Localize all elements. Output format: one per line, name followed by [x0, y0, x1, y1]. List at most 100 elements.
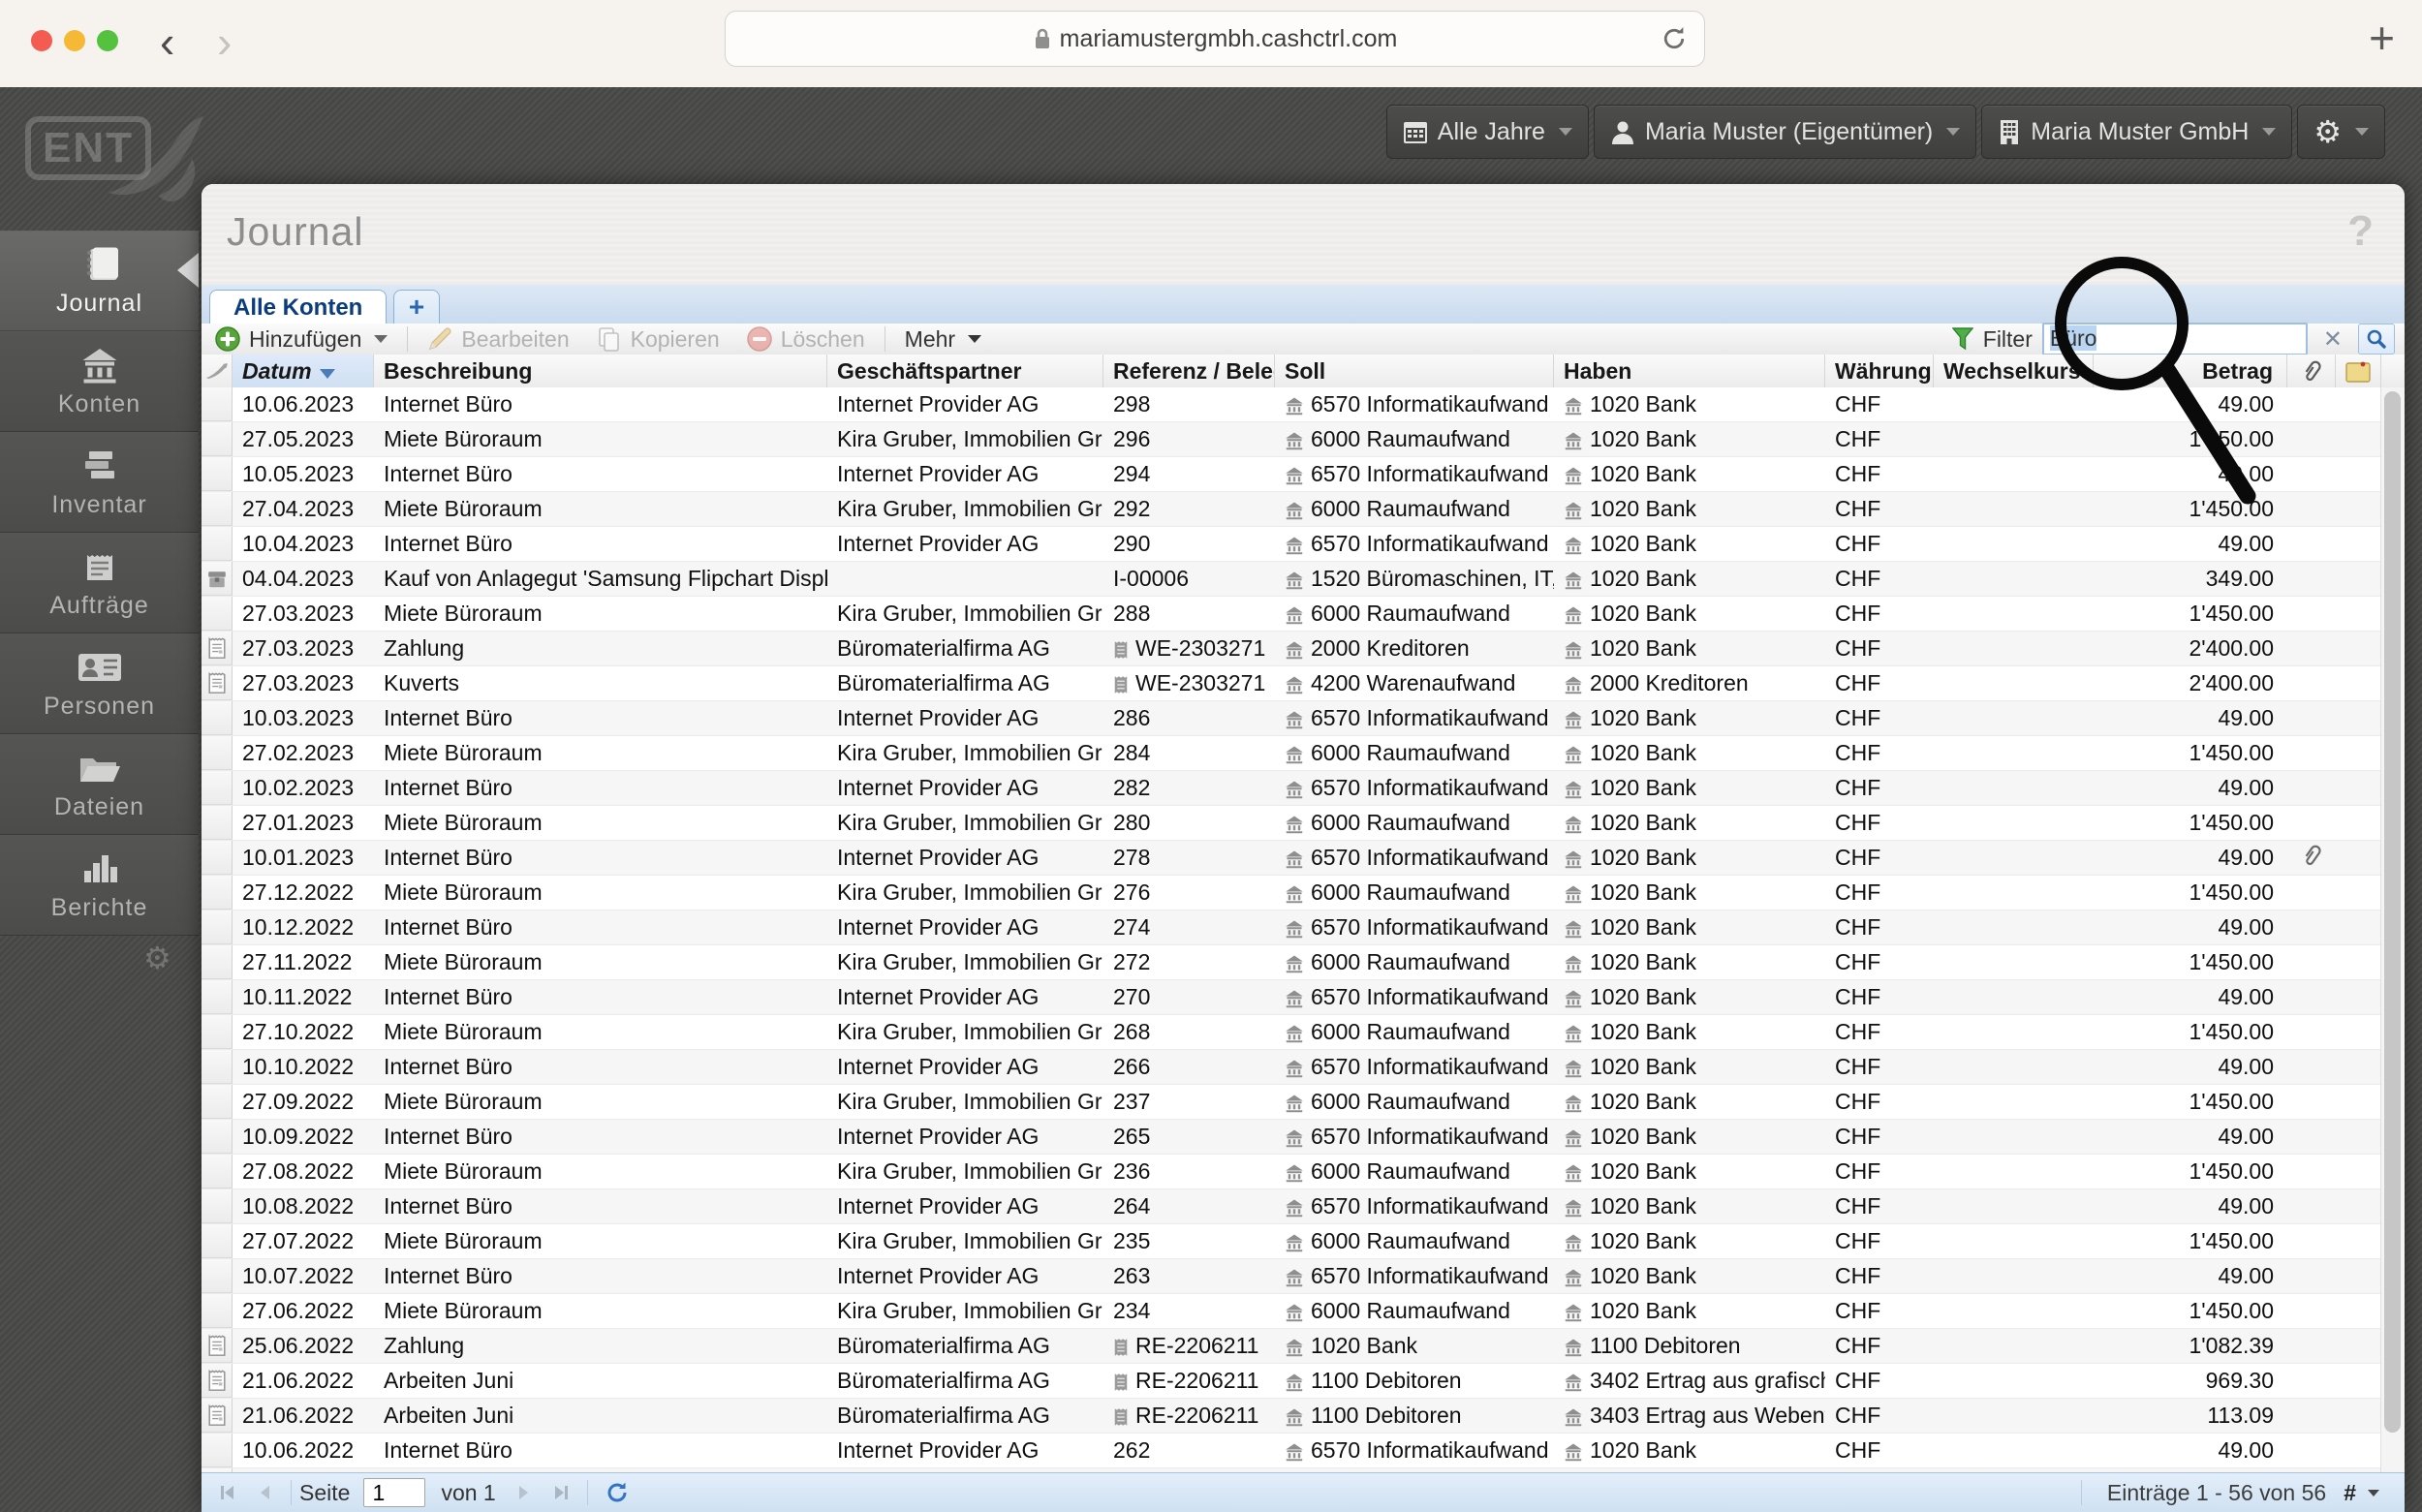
vertical-scrollbar[interactable] — [2380, 387, 2405, 1473]
bank-icon — [1564, 1163, 1583, 1183]
cell-referenz: RE-2206211 — [1103, 1329, 1275, 1363]
search-button[interactable] — [2358, 324, 2395, 355]
table-row[interactable]: 27.02.2023Miete BüroraumKira Gruber, Imm… — [202, 736, 2381, 771]
table-row[interactable]: 27.11.2022Miete BüroraumKira Gruber, Imm… — [202, 945, 2381, 980]
table-row[interactable]: 10.11.2022Internet BüroInternet Provider… — [202, 980, 2381, 1015]
table-row[interactable]: 27.03.2023KuvertsBüromaterialfirma AGWE-… — [202, 666, 2381, 701]
table-row[interactable]: 10.09.2022Internet BüroInternet Provider… — [202, 1120, 2381, 1155]
browser-forward-button[interactable]: › — [217, 17, 232, 66]
cell-datum: 27.07.2022 — [233, 1224, 374, 1258]
table-row[interactable]: 10.07.2022Internet BüroInternet Provider… — [202, 1259, 2381, 1294]
table-row[interactable]: 27.09.2022Miete BüroraumKira Gruber, Imm… — [202, 1085, 2381, 1120]
new-tab-button[interactable]: + — [2369, 12, 2395, 64]
table-row[interactable]: 10.04.2023Internet BüroInternet Provider… — [202, 527, 2381, 562]
column-header-note[interactable] — [2336, 355, 2381, 387]
zoom-window-button[interactable] — [97, 30, 118, 51]
add-tab-button[interactable]: + — [393, 290, 440, 324]
column-header-beschreibung[interactable]: Beschreibung — [374, 355, 827, 387]
table-row[interactable]: 21.06.2022Arbeiten JuniBüromaterialfirma… — [202, 1364, 2381, 1399]
cell-beschreibung: Miete Büroraum — [374, 806, 827, 840]
table-row[interactable]: 27.06.2022Miete BüroraumKira Gruber, Imm… — [202, 1294, 2381, 1329]
sidebar-item-inventar[interactable]: Inventar — [0, 432, 199, 533]
table-row[interactable]: 10.01.2023Internet BüroInternet Provider… — [202, 841, 2381, 876]
minimize-window-button[interactable] — [64, 30, 85, 51]
add-button[interactable]: Hinzufügen — [202, 326, 401, 353]
cell-datum: 10.12.2022 — [233, 910, 374, 944]
table-row[interactable]: 04.04.2023Kauf von Anlagegut 'Samsung Fl… — [202, 562, 2381, 597]
column-header-wechselkurs[interactable]: Wechselkurs — [1934, 355, 2094, 387]
column-header-soll[interactable]: Soll — [1275, 355, 1554, 387]
table-row[interactable]: 27.05.2023Miete BüroraumKira Gruber, Imm… — [202, 422, 2381, 457]
refresh-icon — [605, 1480, 630, 1505]
sidebar-item-personen[interactable]: Personen — [0, 633, 199, 734]
edit-button[interactable]: Bearbeiten — [414, 326, 582, 353]
table-row[interactable]: 21.06.2022Arbeiten JuniBüromaterialfirma… — [202, 1399, 2381, 1434]
table-row[interactable]: 10.02.2023Internet BüroInternet Provider… — [202, 771, 2381, 806]
table-row[interactable]: 10.06.2023Internet BüroInternet Provider… — [202, 387, 2381, 422]
row-number-menu[interactable]: # — [2344, 1480, 2379, 1506]
sidebar-item-dateien[interactable]: Dateien — [0, 734, 199, 835]
company-menu-button[interactable]: Maria Muster GmbH — [1981, 105, 2292, 159]
column-header-waehrung[interactable]: Währung — [1825, 355, 1934, 387]
cell-note — [2336, 1259, 2381, 1293]
column-header-datum[interactable]: Datum — [233, 355, 374, 387]
table-row[interactable]: 27.10.2022Miete BüroraumKira Gruber, Imm… — [202, 1015, 2381, 1050]
address-bar[interactable]: mariamustergmbh.cashctrl.com — [725, 11, 1705, 67]
page-number-input[interactable] — [363, 1478, 425, 1507]
column-header-pin[interactable] — [202, 355, 233, 387]
table-row[interactable]: 27.08.2022Miete BüroraumKira Gruber, Imm… — [202, 1155, 2381, 1189]
cell-haben: 1020 Bank — [1554, 1189, 1825, 1223]
table-row[interactable]: 27.12.2022Miete BüroraumKira Gruber, Imm… — [202, 876, 2381, 910]
scrollbar-thumb[interactable] — [2384, 391, 2401, 1433]
table-row[interactable]: 25.06.2022ZahlungBüromaterialfirma AGRE-… — [202, 1329, 2381, 1364]
browser-back-button[interactable]: ‹ — [160, 17, 174, 66]
column-header-attachment[interactable] — [2287, 355, 2336, 387]
sidebar-item-konten[interactable]: Konten — [0, 331, 199, 432]
reload-icon[interactable] — [1660, 24, 1689, 58]
bank-icon — [1564, 396, 1583, 416]
copy-button[interactable]: Kopieren — [583, 326, 733, 353]
user-menu-button[interactable]: Maria Muster (Eigentümer) — [1594, 105, 1976, 159]
tab-alle-konten[interactable]: Alle Konten — [209, 290, 387, 324]
column-header-referenz[interactable]: Referenz / Beleg — [1103, 355, 1275, 387]
table-row[interactable]: 27.01.2023Miete BüroraumKira Gruber, Imm… — [202, 806, 2381, 841]
table-row[interactable]: 27.04.2023Miete BüroraumKira Gruber, Imm… — [202, 492, 2381, 527]
delete-button[interactable]: Löschen — [733, 326, 879, 353]
last-page-button[interactable] — [543, 1483, 579, 1502]
cell-note — [2336, 701, 2381, 735]
first-page-button[interactable] — [209, 1483, 246, 1502]
cell-attachment — [2287, 910, 2336, 944]
prev-page-button[interactable] — [246, 1483, 283, 1502]
cell-waehrung: CHF — [1825, 1050, 1934, 1084]
sidebar-settings-gear-icon[interactable]: ⚙ — [143, 940, 171, 976]
next-page-button[interactable] — [506, 1483, 543, 1502]
table-row[interactable]: 27.07.2022Miete BüroraumKira Gruber, Imm… — [202, 1224, 2381, 1259]
table-row[interactable]: 10.10.2022Internet BüroInternet Provider… — [202, 1050, 2381, 1085]
table-row[interactable]: 10.12.2022Internet BüroInternet Provider… — [202, 910, 2381, 945]
cell-geschaeftspartner: Kira Gruber, Immobilien Gruber — [827, 736, 1103, 770]
refresh-button[interactable] — [596, 1480, 638, 1505]
table-row[interactable]: 27.03.2023Miete BüroraumKira Gruber, Imm… — [202, 597, 2381, 632]
close-window-button[interactable] — [31, 30, 52, 51]
table-row[interactable]: 10.08.2022Internet BüroInternet Provider… — [202, 1189, 2381, 1224]
calendar-icon — [1403, 119, 1428, 144]
column-header-betrag[interactable]: Betrag — [2094, 355, 2287, 387]
settings-button[interactable]: ⚙ — [2297, 105, 2385, 159]
column-header-haben[interactable]: Haben — [1554, 355, 1825, 387]
sidebar-item-auftrge[interactable]: Aufträge — [0, 533, 199, 633]
table-row[interactable]: 10.03.2023Internet BüroInternet Provider… — [202, 701, 2381, 736]
more-button[interactable]: Mehr — [891, 326, 995, 353]
clear-filter-icon[interactable]: ✕ — [2317, 325, 2348, 354]
filter-input[interactable]: Büro — [2042, 323, 2308, 355]
column-header-geschaeftspartner[interactable]: Geschäftspartner — [827, 355, 1103, 387]
sidebar-item-journal[interactable]: Journal — [0, 231, 199, 331]
sidebar-item-berichte[interactable]: Berichte — [0, 835, 199, 936]
table-row[interactable]: 10.05.2023Internet BüroInternet Provider… — [202, 457, 2381, 492]
cell-referenz: 296 — [1103, 422, 1275, 456]
help-icon[interactable]: ? — [2347, 207, 2374, 256]
year-filter-button[interactable]: Alle Jahre — [1386, 105, 1589, 159]
table-row[interactable]: 10.06.2022Internet BüroInternet Provider… — [202, 1434, 2381, 1468]
cell-betrag: 49.00 — [2094, 1050, 2287, 1084]
table-row[interactable]: 27.03.2023ZahlungBüromaterialfirma AGWE-… — [202, 632, 2381, 666]
cell-geschaeftspartner: Kira Gruber, Immobilien Gruber — [827, 806, 1103, 840]
